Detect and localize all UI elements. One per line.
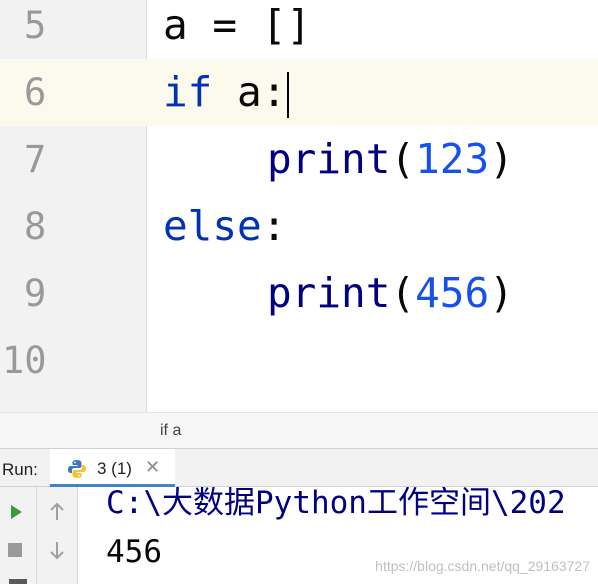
line-number: 7: [24, 138, 47, 181]
paren-token: (: [390, 269, 416, 317]
ide-window: 5 a = [] 6 if a: 7 print(123) 8 else: 9 …: [0, 0, 598, 584]
minimize-icon: [9, 579, 27, 584]
run-tab[interactable]: 3 (1) ✕: [50, 449, 175, 487]
code-text: print(123): [267, 126, 514, 193]
scroll-up-button[interactable]: [44, 499, 70, 525]
arrow-down-icon: [50, 542, 64, 560]
rerun-button[interactable]: [3, 499, 29, 525]
code-line-6-current[interactable]: 6 if a:: [0, 59, 598, 126]
run-toolbar: Run: 3 (1) ✕: [0, 449, 598, 487]
watermark: https://blog.csdn.net/qq_29163727: [375, 558, 590, 574]
keyword-token: if: [163, 68, 213, 116]
code-editor[interactable]: 5 a = [] 6 if a: 7 print(123) 8 else: 9 …: [0, 0, 598, 412]
code-text: print(456): [267, 260, 514, 327]
code-text: else:: [163, 193, 286, 260]
builtin-token: print: [267, 269, 391, 317]
line-number: 5: [24, 4, 47, 47]
code-text: if a:: [163, 59, 290, 126]
line-number: 9: [24, 272, 47, 315]
number-token: 456: [415, 269, 490, 317]
text-caret: [287, 72, 290, 118]
breadcrumb[interactable]: if a: [160, 422, 181, 440]
console-path-line: C:\大数据Python工作空间\202: [106, 487, 566, 521]
line-number: 8: [24, 205, 47, 248]
code-line-5[interactable]: 5 a = []: [0, 0, 598, 59]
run-tab-label: 3 (1): [97, 459, 132, 478]
scroll-down-button[interactable]: [44, 537, 70, 563]
code-line-9[interactable]: 9 print(456): [0, 260, 598, 327]
run-navigation-strip: [37, 487, 78, 584]
code-line-8[interactable]: 8 else:: [0, 193, 598, 260]
line-number: 10: [2, 339, 47, 382]
breadcrumb-bar: if a: [0, 412, 598, 449]
stop-icon: [8, 543, 22, 557]
paren-token: (: [390, 135, 416, 183]
run-panel: C:\大数据Python工作空间\202 456 https://blog.cs…: [0, 487, 598, 584]
python-icon: [68, 460, 86, 478]
arrow-up-icon: [50, 502, 64, 520]
code-text: a = []: [163, 1, 312, 49]
close-icon[interactable]: ✕: [145, 457, 160, 478]
number-token: 123: [415, 135, 490, 183]
code-token: a:: [212, 68, 287, 116]
builtin-token: print: [267, 135, 391, 183]
code-line-7[interactable]: 7 print(123): [0, 126, 598, 193]
code-line-10[interactable]: 10: [0, 327, 598, 394]
paren-token: ): [489, 269, 514, 317]
play-icon: [11, 505, 22, 519]
paren-token: ): [489, 135, 514, 183]
run-action-strip: [0, 487, 37, 584]
stop-button[interactable]: [2, 537, 28, 563]
run-label: Run:: [2, 460, 38, 479]
keyword-token: else: [163, 202, 262, 250]
code-token: :: [261, 202, 287, 250]
line-number: 6: [0, 59, 146, 126]
console-output-line: 456: [106, 534, 162, 570]
